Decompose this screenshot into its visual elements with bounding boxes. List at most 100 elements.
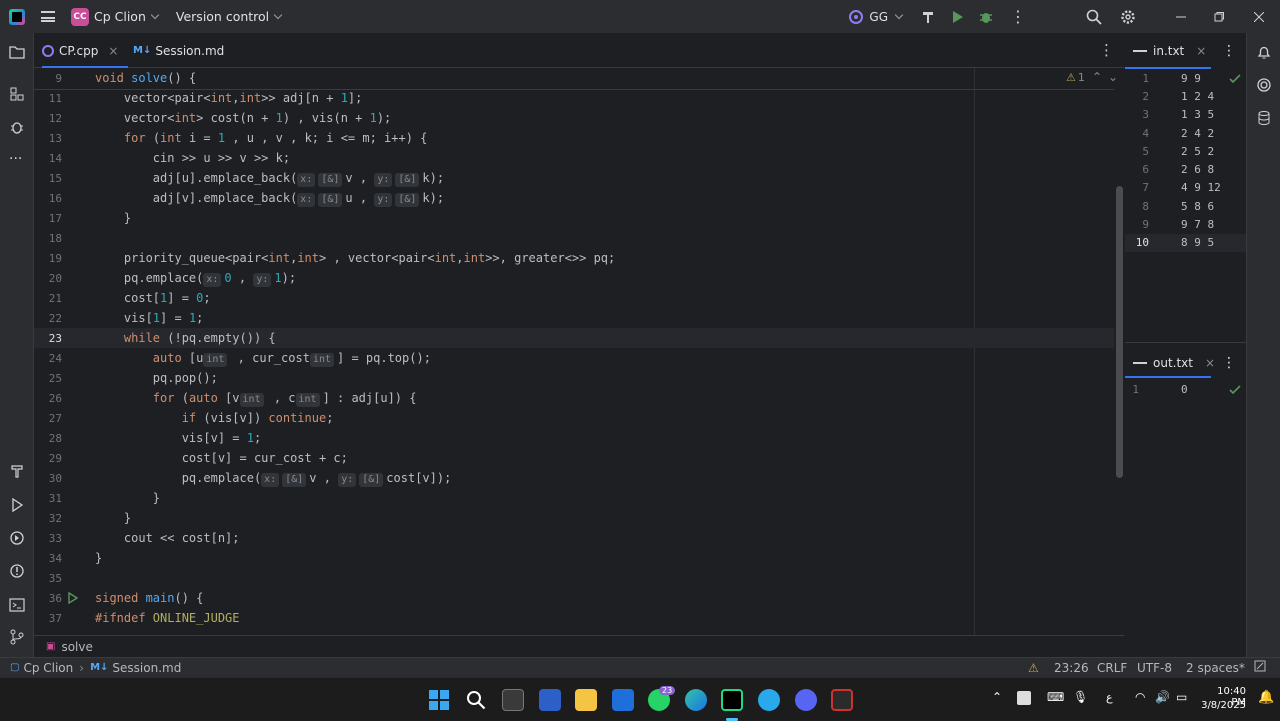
notification-bell-icon[interactable]: 🔔: [1258, 690, 1274, 705]
project-folder-icon[interactable]: [9, 44, 25, 60]
task-view-icon[interactable]: [502, 689, 524, 711]
run-tool-icon[interactable]: [9, 497, 25, 513]
line-separator[interactable]: CRLF: [1097, 661, 1127, 675]
warning-icon[interactable]: ⚠: [1028, 661, 1039, 675]
chevron-down-icon[interactable]: ⌄: [1108, 70, 1118, 84]
clion-taskbar-icon[interactable]: [721, 689, 743, 711]
status-file[interactable]: Session.md: [112, 661, 181, 675]
status-project[interactable]: Cp Clion: [23, 661, 73, 675]
breadcrumb-item[interactable]: solve: [61, 640, 92, 654]
notifications-bell-icon[interactable]: [1256, 44, 1272, 60]
run-config-icon[interactable]: [847, 8, 865, 26]
wifi-icon[interactable]: ◠: [1135, 690, 1145, 704]
volume-icon[interactable]: 🔊: [1155, 690, 1170, 704]
settings-gear-icon[interactable]: [1120, 9, 1136, 25]
more-vertical-icon[interactable]: ⋮: [1010, 7, 1026, 26]
terminal-icon[interactable]: [9, 597, 25, 613]
services-icon[interactable]: [9, 530, 25, 546]
indent-setting[interactable]: 2 spaces*: [1186, 661, 1245, 675]
code-line: }: [95, 511, 132, 525]
debug-bug-icon[interactable]: [978, 9, 994, 25]
debug-tool-icon[interactable]: [9, 119, 25, 135]
input-line[interactable]: 9 7 8: [1181, 218, 1214, 231]
lock-icon[interactable]: [1254, 660, 1266, 675]
problems-icon[interactable]: [9, 563, 25, 579]
title-bar: CC Cp Clion Version control GG ⋮: [0, 0, 1280, 33]
close-tab-icon[interactable]: ×: [108, 44, 118, 58]
telegram-icon[interactable]: [758, 689, 780, 711]
caret-position[interactable]: 23:26: [1054, 661, 1089, 675]
close-tab-icon[interactable]: ×: [1196, 44, 1206, 58]
input-line[interactable]: 2 5 2: [1181, 145, 1214, 158]
microphone-icon[interactable]: 🎙: [1073, 690, 1088, 704]
code-editor[interactable]: ⚠ 1 ⌃ ⌄ 9 11 12 13 14 15 16 17 18 19 20 2…: [34, 68, 1124, 635]
line-number: 11: [48, 92, 62, 105]
run-config-name[interactable]: GG: [869, 10, 888, 24]
tab-cp-cpp[interactable]: CP.cpp ×: [42, 33, 128, 69]
chevron-up-icon[interactable]: ⌃: [992, 690, 1002, 704]
store-icon[interactable]: [539, 689, 561, 711]
right-tool-window-bar: [1246, 33, 1280, 657]
input-line[interactable]: 5 8 6: [1181, 200, 1214, 213]
edge-browser-icon[interactable]: [685, 689, 707, 711]
code-line: vector<pair<int,int>> adj[n + 1];: [95, 91, 363, 105]
file-explorer-icon[interactable]: [575, 689, 597, 711]
code-line: vis[1] = 1;: [95, 311, 204, 325]
in-txt-tab[interactable]: in.txt × ⋮: [1125, 33, 1246, 68]
project-badge[interactable]: CC: [71, 7, 89, 26]
more-vertical-icon[interactable]: ⋮: [1222, 43, 1236, 59]
tab-session-md[interactable]: M↓ Session.md: [133, 33, 224, 68]
battery-icon[interactable]: ▭: [1176, 690, 1187, 704]
chevron-down-icon[interactable]: [150, 10, 160, 19]
line-number: 8: [1142, 200, 1149, 213]
windows-taskbar: 23 ⌃ ⌨ 🎙 ع ◠ 🔊 ▭ 10:40 PM 3/8/2025 🔔: [0, 677, 1280, 721]
chevron-down-icon[interactable]: [273, 10, 283, 19]
clock-date[interactable]: 3/8/2025: [1200, 700, 1246, 711]
tray-app-icon[interactable]: [1017, 691, 1031, 705]
warning-counter[interactable]: ⚠ 1: [1066, 71, 1085, 84]
input-line[interactable]: 2 4 2: [1181, 127, 1214, 140]
maximize-window-icon[interactable]: [1200, 11, 1238, 22]
output-line[interactable]: 0: [1181, 383, 1188, 396]
input-line[interactable]: 8 9 5: [1181, 236, 1214, 249]
minimize-window-icon[interactable]: [1162, 12, 1200, 22]
close-window-icon[interactable]: [1238, 11, 1280, 22]
more-vertical-icon[interactable]: ⋮: [1222, 355, 1236, 371]
keyboard-icon[interactable]: ⌨: [1047, 690, 1064, 704]
chevron-up-icon[interactable]: ⌃: [1092, 70, 1102, 84]
project-name[interactable]: Cp Clion: [94, 9, 146, 24]
code-line-current: while (!pq.empty()) {: [123, 331, 276, 345]
more-vertical-icon[interactable]: ⋮: [1099, 41, 1114, 59]
chevron-down-icon[interactable]: [894, 10, 904, 19]
mail-icon[interactable]: [612, 689, 634, 711]
build-hammer-icon[interactable]: [920, 9, 936, 25]
search-icon[interactable]: [1086, 9, 1102, 25]
input-line[interactable]: 2 6 8: [1181, 163, 1214, 176]
run-icon[interactable]: [950, 10, 964, 24]
windows-start-icon[interactable]: [428, 689, 450, 711]
main-menu-icon[interactable]: [41, 11, 55, 22]
file-encoding[interactable]: UTF-8: [1137, 661, 1172, 675]
discord-icon[interactable]: [795, 689, 817, 711]
screen-recorder-icon[interactable]: [831, 689, 853, 711]
ai-assistant-icon[interactable]: [1256, 77, 1272, 93]
more-tools-icon[interactable]: ···: [9, 151, 25, 167]
version-control-menu[interactable]: Version control: [176, 9, 269, 24]
git-branch-icon[interactable]: [9, 629, 25, 645]
search-icon[interactable]: [465, 689, 487, 711]
out-txt-tab[interactable]: out.txt × ⋮: [1125, 345, 1246, 380]
line-number: 30: [48, 472, 62, 485]
input-language[interactable]: ع: [1106, 691, 1113, 704]
build-hammer-icon[interactable]: [9, 463, 25, 479]
run-gutter-icon[interactable]: [68, 592, 78, 604]
editor-scrollbar[interactable]: [1116, 186, 1123, 478]
code-line: #ifndef ONLINE_JUDGE: [95, 611, 240, 625]
input-line[interactable]: 4 9 12: [1181, 181, 1221, 194]
input-line[interactable]: 1 2 4: [1181, 90, 1214, 103]
structure-icon[interactable]: [9, 86, 25, 102]
close-tab-icon[interactable]: ×: [1205, 356, 1215, 370]
input-line[interactable]: 9 9: [1181, 72, 1201, 85]
line-number: 20: [48, 272, 62, 285]
database-icon[interactable]: [1256, 110, 1272, 126]
input-line[interactable]: 1 3 5: [1181, 108, 1214, 121]
